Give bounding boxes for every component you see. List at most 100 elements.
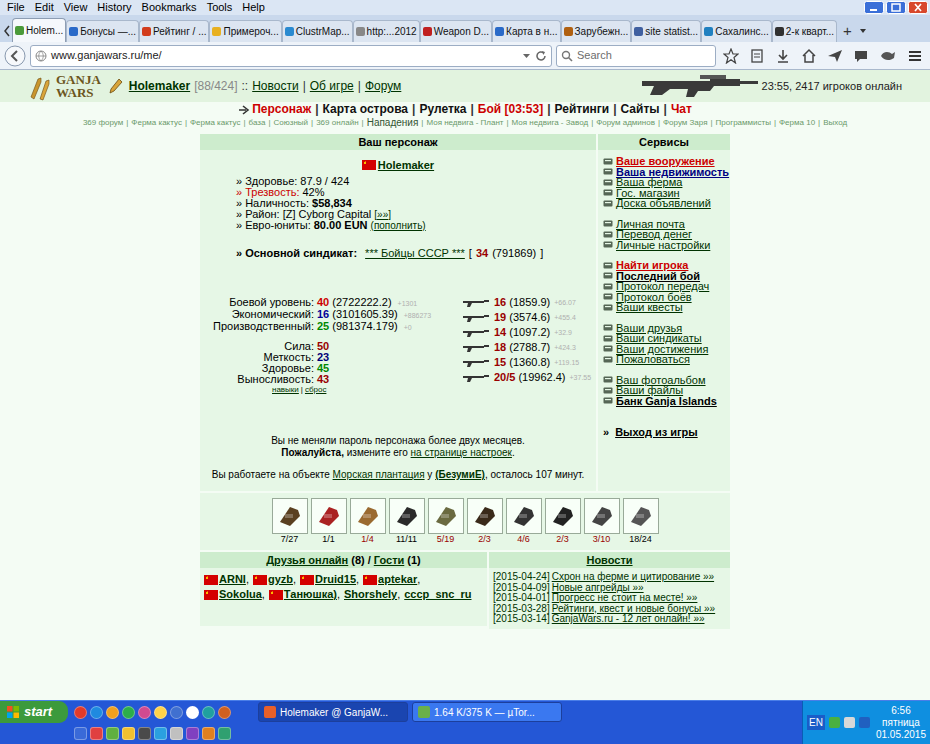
reload-icon[interactable] <box>535 50 547 62</box>
item-box[interactable] <box>311 498 347 534</box>
news-link[interactable]: Схрон на ферме и цитирование »» <box>552 572 714 583</box>
service-link[interactable]: Ваши друзья <box>616 323 682 334</box>
item-box[interactable] <box>272 498 308 534</box>
news-item[interactable]: [2015-04-24]Схрон на ферме и цитирование… <box>493 572 726 583</box>
service-item[interactable]: Ваше вооружение <box>603 156 730 167</box>
nav-item[interactable]: Рулетка <box>419 102 466 117</box>
nav-label[interactable]: Чат <box>671 102 692 117</box>
service-item[interactable]: Личная почта <box>603 219 730 230</box>
service-item[interactable]: Ваша недвижимость <box>603 167 730 178</box>
bookmark-link[interactable]: Форум админов <box>596 117 655 129</box>
app-icon[interactable] <box>106 727 119 740</box>
browser-tab[interactable]: 2-к кварт... <box>772 20 837 42</box>
app-icon[interactable] <box>106 706 119 719</box>
item-box[interactable] <box>350 498 386 534</box>
equipment-slot[interactable]: 5/19 <box>427 498 464 545</box>
friend-entry[interactable]: aptekar, <box>363 573 420 586</box>
back-icon[interactable] <box>4 45 26 67</box>
menu-icon[interactable] <box>904 48 926 64</box>
service-item[interactable]: Ваши синдикаты <box>603 333 730 344</box>
addon-icon[interactable] <box>876 48 900 64</box>
friend-name[interactable]: aptekar <box>378 573 417 586</box>
nav-label[interactable]: Рейтинги <box>555 102 610 117</box>
item-box[interactable] <box>467 498 503 534</box>
friend-entry[interactable]: cccp_snc_ru <box>404 588 471 601</box>
equipment-slot[interactable]: 1/4 <box>349 498 386 545</box>
friends-link[interactable]: Друзья онлайн <box>266 552 348 569</box>
search-input[interactable] <box>577 47 711 64</box>
equipment-slot[interactable]: 7/27 <box>271 498 308 545</box>
service-link[interactable]: Ваше вооружение <box>616 156 715 167</box>
friend-name[interactable]: cccp_snc_ru <box>404 588 471 601</box>
browser-tab[interactable]: Holem... <box>12 18 66 42</box>
language-indicator[interactable]: EN <box>807 715 825 730</box>
star-icon[interactable] <box>720 48 742 64</box>
app-icon[interactable] <box>202 727 215 740</box>
syndicate-link[interactable]: *** Бойцы СССР *** <box>365 245 465 262</box>
scroll-left-icon[interactable] <box>2 20 12 42</box>
service-link[interactable]: Ваши файлы <box>616 385 683 396</box>
service-item[interactable]: Протокол передач <box>603 281 730 292</box>
work-owner-link[interactable]: (БезумиЕ) <box>435 469 485 480</box>
friend-name[interactable]: Shorshely <box>344 588 397 601</box>
share-icon[interactable] <box>824 48 846 64</box>
news-link[interactable]: GanjaWars.ru - 12 лет онлайн! »» <box>552 614 705 625</box>
nav-item[interactable]: Персонаж <box>238 102 311 117</box>
browser-tab[interactable]: Сахалинс... <box>701 20 772 42</box>
news-title[interactable]: Новости <box>489 552 730 568</box>
nav-label[interactable]: Бой [03:53] <box>478 102 543 117</box>
menu-item[interactable]: Help <box>237 0 270 15</box>
menu-item[interactable]: View <box>59 0 93 15</box>
browser-tab[interactable]: http:...2012 <box>353 20 420 42</box>
service-item[interactable]: Перевод денег <box>603 229 730 240</box>
app-icon[interactable] <box>138 727 151 740</box>
service-item[interactable]: Найти игрока <box>603 260 730 271</box>
friend-entry[interactable]: Druid15, <box>300 573 359 586</box>
nav-label[interactable]: Сайты <box>621 102 660 117</box>
browser-tab[interactable]: site statist... <box>631 20 701 42</box>
service-item[interactable]: Пожаловаться <box>603 354 730 365</box>
app-icon[interactable] <box>90 727 103 740</box>
news-item[interactable]: [2015-03-28]Рейтинги, квест и новые бону… <box>493 604 726 615</box>
bookmark-link[interactable]: Выход <box>823 117 847 129</box>
menu-item[interactable]: History <box>92 0 136 15</box>
friend-entry[interactable]: Танюшка), <box>269 588 340 601</box>
work-object-link[interactable]: Морская плантация <box>333 469 425 480</box>
friend-name[interactable]: Танюшка) <box>284 588 337 601</box>
item-box[interactable] <box>545 498 581 534</box>
service-link[interactable]: Перевод денег <box>616 229 692 240</box>
news-link[interactable]: Прогресс не стоит на месте! »» <box>552 593 698 604</box>
friend-name[interactable]: Druid15 <box>315 573 356 586</box>
app-icon[interactable] <box>74 706 87 719</box>
app-icon[interactable] <box>218 706 231 719</box>
item-box[interactable] <box>584 498 620 534</box>
bookmark-link[interactable]: Нападения <box>367 117 419 129</box>
app-icon[interactable] <box>74 727 87 740</box>
service-link[interactable]: Гос. магазин <box>616 188 680 199</box>
service-link[interactable]: Банк Ganja Islands <box>616 396 717 407</box>
tray-icon[interactable] <box>844 717 855 728</box>
bookmark-link[interactable]: база <box>249 117 266 129</box>
bookmarks-icon[interactable] <box>746 48 768 64</box>
service-link[interactable]: Последний бой <box>616 271 700 282</box>
browser-tab[interactable]: Бонусы —... <box>66 20 139 42</box>
service-link[interactable]: Личная почта <box>616 219 685 230</box>
item-box[interactable] <box>506 498 542 534</box>
bookmark-link[interactable]: 369 форум <box>83 117 123 129</box>
equipment-slot[interactable]: 3/10 <box>583 498 620 545</box>
friend-entry[interactable]: gyzb, <box>253 573 296 586</box>
new-tab-button[interactable]: + <box>837 20 858 42</box>
bookmark-link[interactable]: Ферма кактус <box>190 117 241 129</box>
minimize-icon[interactable] <box>864 1 884 14</box>
taskbar-button[interactable]: 1.64 K/375 K — µTor... <box>412 702 562 722</box>
browser-tab[interactable]: ClustrMap... <box>282 20 353 42</box>
news-item[interactable]: [2015-03-14]GanjaWars.ru - 12 лет онлайн… <box>493 614 726 625</box>
nav-item[interactable]: Рейтинги <box>555 102 610 117</box>
service-item[interactable]: Банк Ganja Islands <box>603 396 730 407</box>
service-link[interactable]: Доска объявлений <box>616 198 711 209</box>
service-item[interactable]: Гос. магазин <box>603 188 730 199</box>
home-icon[interactable] <box>798 48 820 64</box>
history-dropdown-icon[interactable] <box>522 51 531 60</box>
bookmark-link[interactable]: Союзный <box>274 117 309 129</box>
equipment-slot[interactable]: 11/11 <box>388 498 425 545</box>
